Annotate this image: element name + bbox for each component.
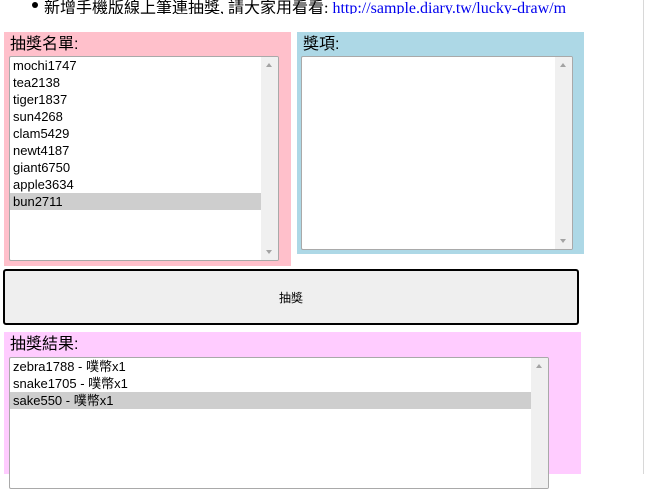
draw-button[interactable]: 抽獎 (3, 269, 579, 325)
name-list-item[interactable]: apple3634 (10, 176, 261, 193)
names-panel-title: 抽獎名單: (10, 36, 79, 53)
names-listbox[interactable]: mochi1747 tea2138 tiger1837 sun4268 clam5429… (9, 56, 279, 261)
result-list-item[interactable]: zebra1788 - 噗幣x1 (10, 358, 531, 375)
scroll-down-icon[interactable] (266, 250, 272, 254)
prizes-scrollbar[interactable] (555, 57, 572, 249)
scroll-up-icon[interactable] (536, 364, 542, 368)
mobile-version-link[interactable]: http://sample.diary.tw/lucky-draw/m (332, 0, 566, 14)
name-list-item[interactable]: tea2138 (10, 74, 261, 91)
scroll-up-icon[interactable] (266, 63, 272, 67)
name-list-item[interactable]: tiger1837 (10, 91, 261, 108)
notice-line: 新增手機版線上筆連抽獎, 請大家用看看: http://sample.diary… (28, 0, 588, 14)
bullet-icon (32, 2, 38, 8)
name-list-item[interactable]: newt4187 (10, 142, 261, 159)
prizes-panel: 獎項: (297, 32, 584, 254)
scroll-down-icon[interactable] (560, 239, 566, 243)
name-list-item[interactable]: bun2711 (10, 193, 261, 210)
results-list-items: zebra1788 - 噗幣x1 snake1705 - 噗幣x1 sake550 … (10, 358, 531, 409)
prizes-listbox[interactable] (301, 56, 573, 250)
scroll-up-icon[interactable] (560, 63, 566, 67)
notice-label: 新增手機版線上筆連抽獎, 請大家用看看: (44, 0, 333, 14)
results-panel-title: 抽獎結果: (10, 336, 79, 353)
name-list-item[interactable]: clam5429 (10, 125, 261, 142)
names-list-items: mochi1747 tea2138 tiger1837 sun4268 clam5429… (10, 57, 261, 210)
prizes-panel-title: 獎項: (303, 36, 340, 53)
notice-text: 新增手機版線上筆連抽獎, 請大家用看看: http://sample.diary… (44, 0, 566, 14)
names-scrollbar[interactable] (261, 57, 278, 260)
page-edge-divider (643, 0, 644, 474)
results-panel: 抽獎結果: zebra1788 - 噗幣x1 snake1705 - 噗幣x1 sa… (4, 332, 581, 489)
results-scrollbar[interactable] (531, 358, 548, 488)
names-panel: 抽獎名單: mochi1747 tea2138 tiger1837 sun4268 cl… (4, 32, 291, 266)
name-list-item[interactable]: mochi1747 (10, 57, 261, 74)
result-list-item[interactable]: sake550 - 噗幣x1 (10, 392, 531, 409)
name-list-item[interactable]: giant6750 (10, 159, 261, 176)
results-listbox[interactable]: zebra1788 - 噗幣x1 snake1705 - 噗幣x1 sake550 … (9, 357, 549, 489)
name-list-item[interactable]: sun4268 (10, 108, 261, 125)
result-list-item[interactable]: snake1705 - 噗幣x1 (10, 375, 531, 392)
